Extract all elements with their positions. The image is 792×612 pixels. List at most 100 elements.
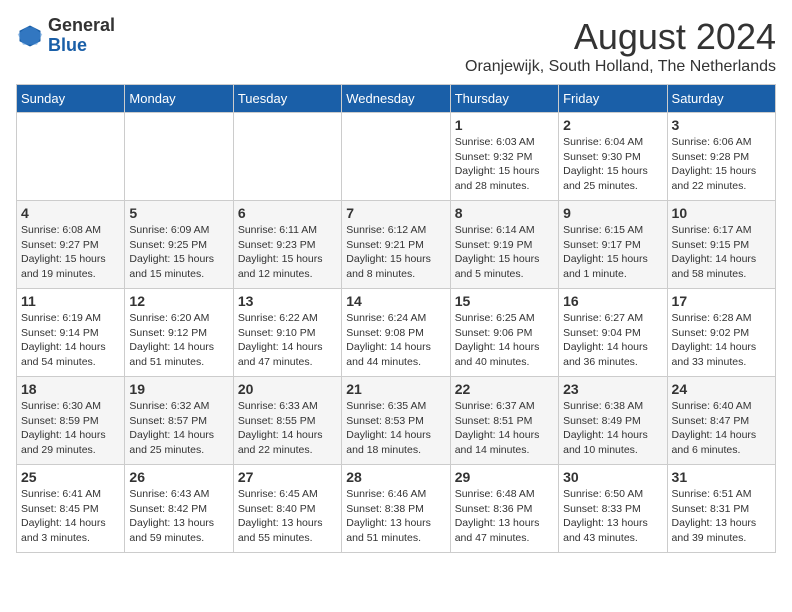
calendar-cell: 7 Sunrise: 6:12 AM Sunset: 9:21 PM Daylig… — [342, 201, 450, 289]
day-number: 7 — [346, 205, 445, 221]
day-number: 16 — [563, 293, 662, 309]
day-number: 26 — [129, 469, 228, 485]
calendar-cell: 18 Sunrise: 6:30 AM Sunset: 8:59 PM Dayli… — [17, 377, 125, 465]
day-info: Sunrise: 6:09 AM Sunset: 9:25 PM Dayligh… — [129, 223, 228, 282]
calendar-cell: 21Sunrise: 6:35 AM Sunset: 8:53 PM Dayli… — [342, 377, 450, 465]
day-info: Sunrise: 6:14 AM Sunset: 9:19 PM Dayligh… — [455, 223, 554, 282]
calendar-table: SundayMondayTuesdayWednesdayThursdayFrid… — [16, 84, 776, 553]
day-number: 28 — [346, 469, 445, 485]
day-number: 14 — [346, 293, 445, 309]
calendar-cell: 15 Sunrise: 6:25 AM Sunset: 9:06 PM Dayli… — [450, 289, 558, 377]
page-header: General Blue August 2024 Oranjewijk, Sou… — [16, 16, 776, 76]
calendar-cell: 6Sunrise: 6:11 AM Sunset: 9:23 PM Daylig… — [233, 201, 341, 289]
calendar-cell: 5 Sunrise: 6:09 AM Sunset: 9:25 PM Daylig… — [125, 201, 233, 289]
calendar-cell: 8 Sunrise: 6:14 AM Sunset: 9:19 PM Daylig… — [450, 201, 558, 289]
day-info: Sunrise: 6:50 AM Sunset: 8:33 PM Dayligh… — [563, 487, 662, 546]
day-of-week-header: Sunday — [17, 85, 125, 113]
calendar-cell: 14Sunrise: 6:24 AM Sunset: 9:08 PM Dayli… — [342, 289, 450, 377]
day-number: 18 — [21, 381, 120, 397]
day-info: Sunrise: 6:22 AM Sunset: 9:10 PM Dayligh… — [238, 311, 337, 370]
calendar-cell: 2 Sunrise: 6:04 AM Sunset: 9:30 PM Daylig… — [559, 113, 667, 201]
day-info: Sunrise: 6:41 AM Sunset: 8:45 PM Dayligh… — [21, 487, 120, 546]
day-info: Sunrise: 6:40 AM Sunset: 8:47 PM Dayligh… — [672, 399, 771, 458]
day-info: Sunrise: 6:33 AM Sunset: 8:55 PM Dayligh… — [238, 399, 337, 458]
day-info: Sunrise: 6:37 AM Sunset: 8:51 PM Dayligh… — [455, 399, 554, 458]
day-number: 22 — [455, 381, 554, 397]
calendar-cell: 30Sunrise: 6:50 AM Sunset: 8:33 PM Dayli… — [559, 465, 667, 553]
calendar-cell: 4 Sunrise: 6:08 AM Sunset: 9:27 PM Daylig… — [17, 201, 125, 289]
day-number: 19 — [129, 381, 228, 397]
day-info: Sunrise: 6:28 AM Sunset: 9:02 PM Dayligh… — [672, 311, 771, 370]
day-number: 11 — [21, 293, 120, 309]
day-info: Sunrise: 6:17 AM Sunset: 9:15 PM Dayligh… — [672, 223, 771, 282]
calendar-cell: 26 Sunrise: 6:43 AM Sunset: 8:42 PM Dayli… — [125, 465, 233, 553]
day-number: 31 — [672, 469, 771, 485]
day-number: 12 — [129, 293, 228, 309]
day-info: Sunrise: 6:04 AM Sunset: 9:30 PM Dayligh… — [563, 135, 662, 194]
day-number: 29 — [455, 469, 554, 485]
day-info: Sunrise: 6:06 AM Sunset: 9:28 PM Dayligh… — [672, 135, 771, 194]
day-number: 25 — [21, 469, 120, 485]
day-of-week-header: Wednesday — [342, 85, 450, 113]
day-number: 4 — [21, 205, 120, 221]
day-number: 15 — [455, 293, 554, 309]
calendar-cell: 25 Sunrise: 6:41 AM Sunset: 8:45 PM Dayli… — [17, 465, 125, 553]
calendar-cell — [342, 113, 450, 201]
title-block: August 2024 Oranjewijk, South Holland, T… — [465, 16, 776, 76]
calendar-cell: 28 Sunrise: 6:46 AM Sunset: 8:38 PM Dayli… — [342, 465, 450, 553]
calendar-header-row: SundayMondayTuesdayWednesdayThursdayFrid… — [17, 85, 776, 113]
calendar-cell: 12 Sunrise: 6:20 AM Sunset: 9:12 PM Dayli… — [125, 289, 233, 377]
calendar-cell — [125, 113, 233, 201]
calendar-cell: 10 Sunrise: 6:17 AM Sunset: 9:15 PM Dayli… — [667, 201, 775, 289]
calendar-cell: 23Sunrise: 6:38 AM Sunset: 8:49 PM Dayli… — [559, 377, 667, 465]
calendar-cell — [233, 113, 341, 201]
day-info: Sunrise: 6:48 AM Sunset: 8:36 PM Dayligh… — [455, 487, 554, 546]
day-number: 8 — [455, 205, 554, 221]
day-info: Sunrise: 6:12 AM Sunset: 9:21 PM Dayligh… — [346, 223, 445, 282]
day-info: Sunrise: 6:25 AM Sunset: 9:06 PM Dayligh… — [455, 311, 554, 370]
calendar-week-row: 4 Sunrise: 6:08 AM Sunset: 9:27 PM Daylig… — [17, 201, 776, 289]
logo-text: General Blue — [48, 16, 115, 56]
logo-general: General — [48, 15, 115, 35]
day-info: Sunrise: 6:30 AM Sunset: 8:59 PM Dayligh… — [21, 399, 120, 458]
calendar-cell: 13Sunrise: 6:22 AM Sunset: 9:10 PM Dayli… — [233, 289, 341, 377]
day-of-week-header: Friday — [559, 85, 667, 113]
logo-icon — [16, 22, 44, 50]
calendar-cell: 29 Sunrise: 6:48 AM Sunset: 8:36 PM Dayli… — [450, 465, 558, 553]
month-title: August 2024 — [465, 16, 776, 58]
day-info: Sunrise: 6:43 AM Sunset: 8:42 PM Dayligh… — [129, 487, 228, 546]
calendar-cell: 16Sunrise: 6:27 AM Sunset: 9:04 PM Dayli… — [559, 289, 667, 377]
calendar-cell — [17, 113, 125, 201]
day-info: Sunrise: 6:08 AM Sunset: 9:27 PM Dayligh… — [21, 223, 120, 282]
logo: General Blue — [16, 16, 115, 56]
day-info: Sunrise: 6:38 AM Sunset: 8:49 PM Dayligh… — [563, 399, 662, 458]
location-subtitle: Oranjewijk, South Holland, The Netherlan… — [465, 58, 776, 76]
day-number: 10 — [672, 205, 771, 221]
day-info: Sunrise: 6:11 AM Sunset: 9:23 PM Dayligh… — [238, 223, 337, 282]
calendar-week-row: 18 Sunrise: 6:30 AM Sunset: 8:59 PM Dayli… — [17, 377, 776, 465]
day-info: Sunrise: 6:32 AM Sunset: 8:57 PM Dayligh… — [129, 399, 228, 458]
day-info: Sunrise: 6:35 AM Sunset: 8:53 PM Dayligh… — [346, 399, 445, 458]
day-info: Sunrise: 6:51 AM Sunset: 8:31 PM Dayligh… — [672, 487, 771, 546]
calendar-cell: 20Sunrise: 6:33 AM Sunset: 8:55 PM Dayli… — [233, 377, 341, 465]
day-number: 2 — [563, 117, 662, 133]
day-of-week-header: Saturday — [667, 85, 775, 113]
calendar-week-row: 11Sunrise: 6:19 AM Sunset: 9:14 PM Dayli… — [17, 289, 776, 377]
day-number: 17 — [672, 293, 771, 309]
calendar-cell: 27 Sunrise: 6:45 AM Sunset: 8:40 PM Dayli… — [233, 465, 341, 553]
calendar-cell: 3Sunrise: 6:06 AM Sunset: 9:28 PM Daylig… — [667, 113, 775, 201]
calendar-cell: 22 Sunrise: 6:37 AM Sunset: 8:51 PM Dayli… — [450, 377, 558, 465]
day-number: 9 — [563, 205, 662, 221]
day-of-week-header: Monday — [125, 85, 233, 113]
calendar-cell: 9Sunrise: 6:15 AM Sunset: 9:17 PM Daylig… — [559, 201, 667, 289]
calendar-week-row: 25 Sunrise: 6:41 AM Sunset: 8:45 PM Dayli… — [17, 465, 776, 553]
day-number: 24 — [672, 381, 771, 397]
logo-blue: Blue — [48, 35, 87, 55]
day-info: Sunrise: 6:45 AM Sunset: 8:40 PM Dayligh… — [238, 487, 337, 546]
day-number: 27 — [238, 469, 337, 485]
day-info: Sunrise: 6:46 AM Sunset: 8:38 PM Dayligh… — [346, 487, 445, 546]
day-number: 1 — [455, 117, 554, 133]
day-info: Sunrise: 6:20 AM Sunset: 9:12 PM Dayligh… — [129, 311, 228, 370]
calendar-cell: 19 Sunrise: 6:32 AM Sunset: 8:57 PM Dayli… — [125, 377, 233, 465]
day-number: 5 — [129, 205, 228, 221]
